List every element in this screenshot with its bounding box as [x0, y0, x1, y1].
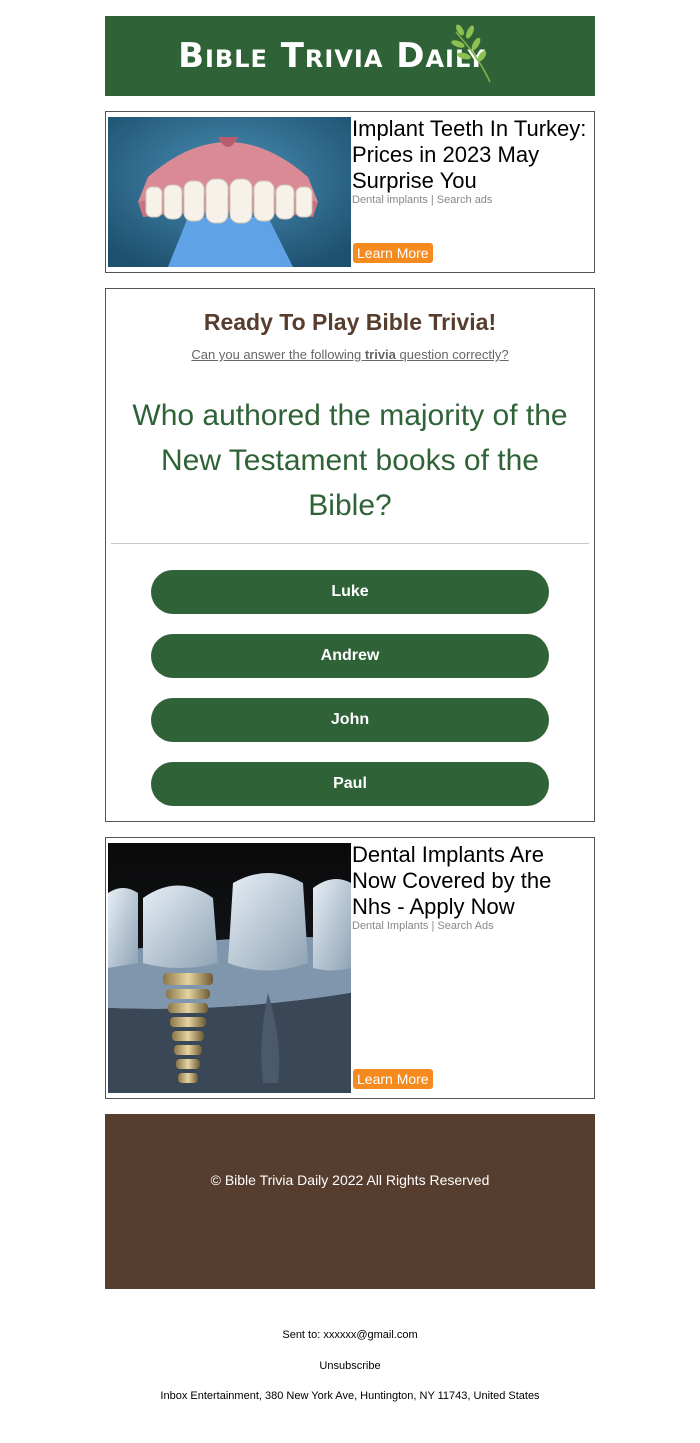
ad-image-dentures[interactable]: [108, 117, 351, 267]
copyright-text: © Bible Trivia Daily 2022 All Rights Res…: [210, 1172, 490, 1188]
postal-address: Inbox Entertainment, 380 New York Ave, H…: [160, 1390, 540, 1402]
answer-button-paul[interactable]: Paul: [151, 762, 549, 806]
ad-source-label: Dental Implants | Search Ads: [352, 920, 494, 932]
trivia-subtitle-bold: trivia: [364, 347, 396, 362]
sponsored-ad-2[interactable]: Dental Implants Are Now Covered by the N…: [105, 837, 595, 1099]
trivia-heading: Ready To Play Bible Trivia!: [203, 309, 497, 335]
sent-to-text: Sent to: xxxxxx@gmail.com: [282, 1329, 418, 1341]
answer-button-john[interactable]: John: [151, 698, 549, 742]
trivia-question: Who authored the majority of the New Tes…: [132, 399, 568, 522]
ad-headline[interactable]: Implant Teeth In Turkey: Prices in 2023 …: [352, 116, 592, 194]
ad-text-block: Dental Implants Are Now Covered by the N…: [352, 842, 592, 933]
unsubscribe-link[interactable]: Unsubscribe: [0, 1360, 700, 1372]
trivia-subtitle-after: question correctly?: [395, 347, 509, 362]
trivia-subtitle-link[interactable]: Can you answer the following trivia ques…: [106, 347, 594, 362]
answer-button-andrew[interactable]: Andrew: [151, 634, 549, 678]
ad-source-label: Dental implants | Search ads: [352, 194, 493, 206]
ad-headline[interactable]: Dental Implants Are Now Covered by the N…: [352, 842, 592, 920]
ad-image-implant[interactable]: [108, 843, 351, 1093]
ad-text-block: Implant Teeth In Turkey: Prices in 2023 …: [352, 116, 592, 207]
olive-branch-icon: [451, 24, 491, 83]
trivia-subtitle-before: Can you answer the following: [191, 347, 365, 362]
site-logo-title: Bible Trivia Daily: [178, 36, 486, 76]
divider: [111, 543, 589, 544]
learn-more-button[interactable]: Learn More: [353, 1069, 433, 1089]
answer-button-luke[interactable]: Luke: [151, 570, 549, 614]
learn-more-button[interactable]: Learn More: [353, 243, 433, 263]
footer-banner: © Bible Trivia Daily 2022 All Rights Res…: [105, 1114, 595, 1289]
trivia-card: Ready To Play Bible Trivia! Can you answ…: [105, 288, 595, 822]
header-banner: Bible Trivia Daily: [105, 16, 595, 96]
sponsored-ad-1[interactable]: Implant Teeth In Turkey: Prices in 2023 …: [105, 111, 595, 273]
